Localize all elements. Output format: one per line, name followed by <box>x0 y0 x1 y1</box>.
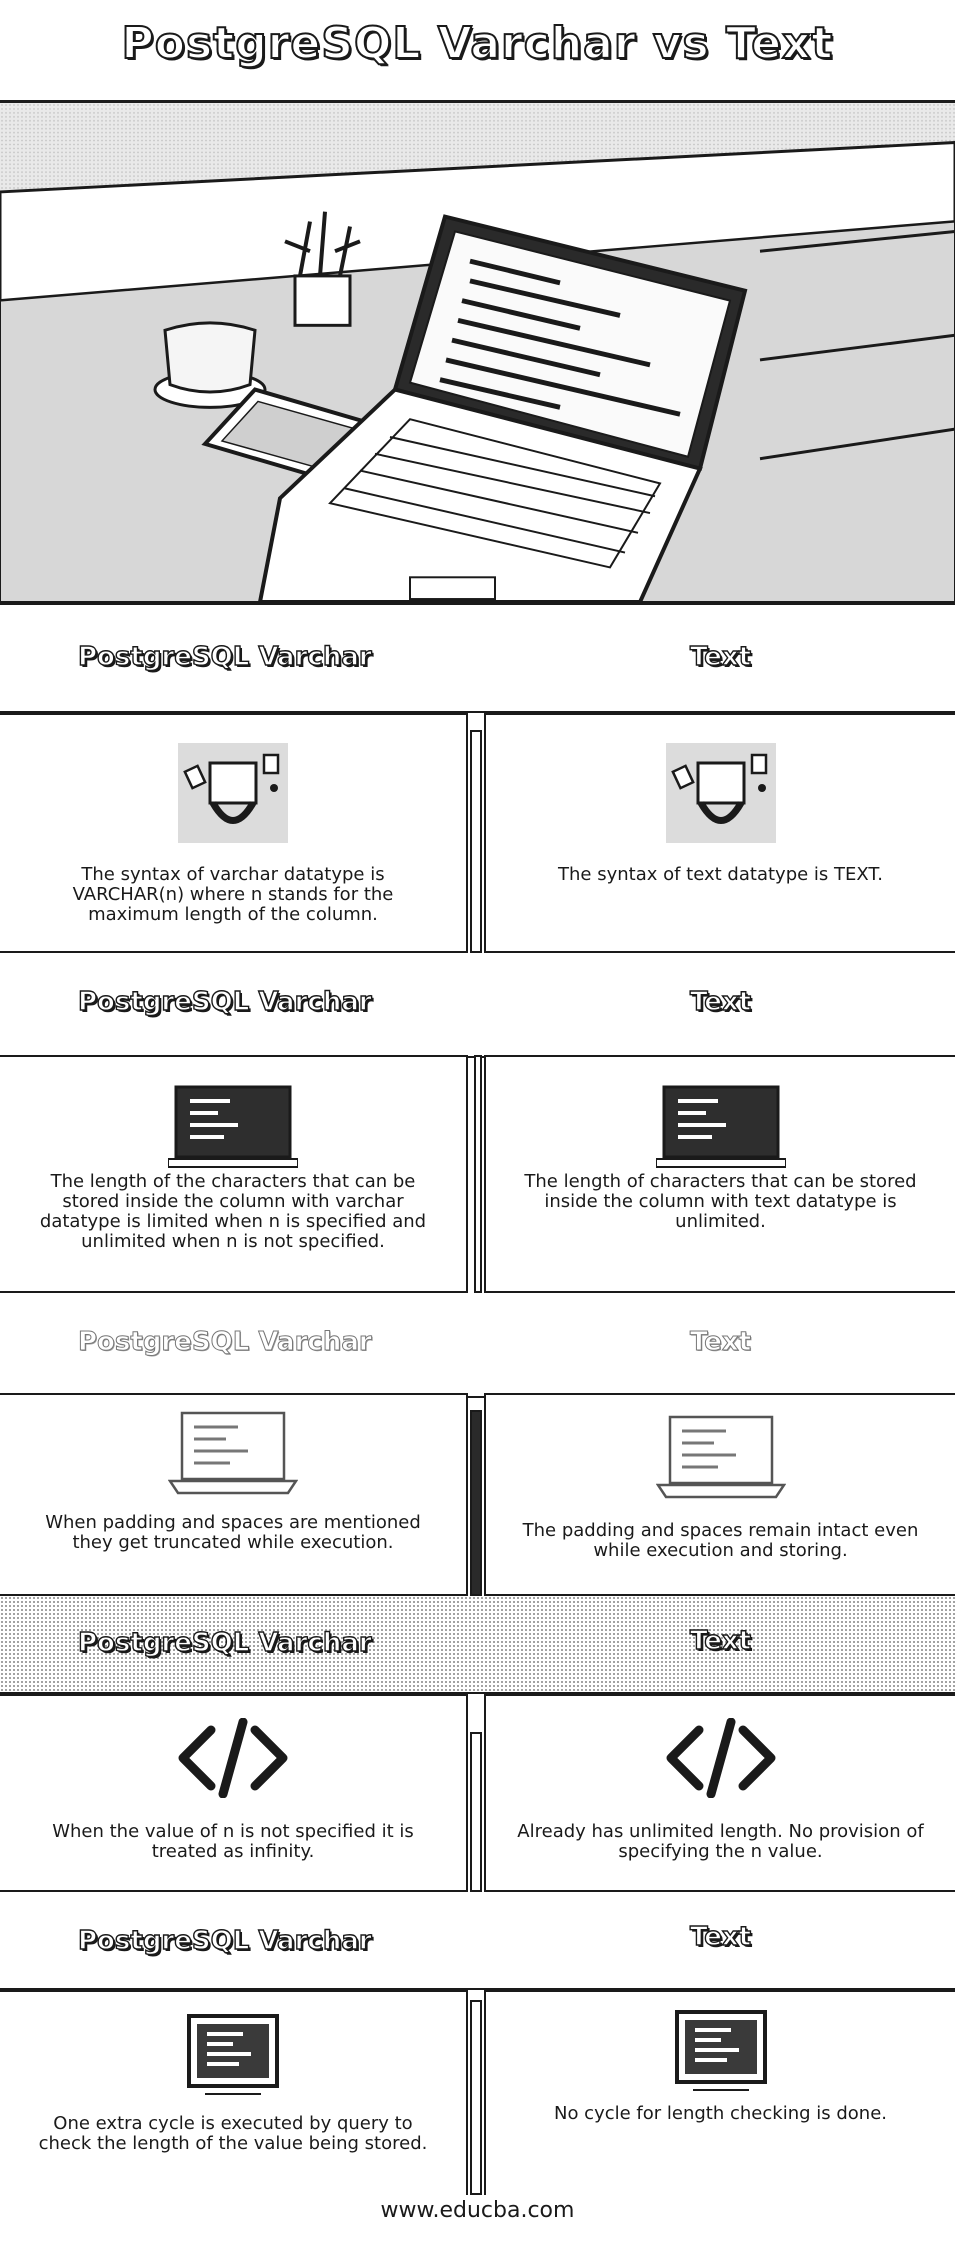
row-1-divider <box>470 730 482 953</box>
row-2-divider <box>474 1055 482 1293</box>
row-3-divider <box>470 1410 482 1596</box>
section-header-5: PostgreSQL Varchar Text <box>0 1892 955 1990</box>
row-5-varchar-cell: One extra cycle is executed by query to … <box>0 1990 468 2195</box>
column-header-varchar: PostgreSQL Varchar <box>78 1327 373 1358</box>
column-header-varchar: PostgreSQL Varchar <box>77 986 372 1017</box>
plug-connector-icon <box>665 743 776 843</box>
column-header-varchar: PostgreSQL Varchar <box>77 1925 372 1956</box>
row-2-varchar-cell: The length of the characters that can be… <box>0 1055 468 1293</box>
column-header-text: Text <box>689 1625 752 1656</box>
plug-connector-icon <box>178 743 288 843</box>
row-5-divider <box>470 2000 482 2195</box>
laptop-icon <box>168 1411 298 1495</box>
section-header-3: PostgreSQL Varchar Text <box>0 1293 955 1398</box>
row-2-varchar-text: The length of the characters that can be… <box>39 1171 427 1252</box>
section-header-2: PostgreSQL Varchar Text <box>0 953 955 1058</box>
row-5-text-text: No cycle for length checking is done. <box>553 2103 887 2124</box>
column-header-text: Text <box>689 986 752 1017</box>
column-header-varchar: PostgreSQL Varchar <box>77 641 372 672</box>
row-2-text-cell: The length of characters that can be sto… <box>484 1055 955 1293</box>
column-header-text: Text <box>689 1921 752 1952</box>
row-3-text-text: The padding and spaces remain intact eve… <box>522 1520 919 1561</box>
section-header-1: PostgreSQL Varchar Text <box>0 608 955 713</box>
code-window-icon <box>187 2014 279 2095</box>
row-5-varchar-text: One extra cycle is executed by query to … <box>38 2113 428 2154</box>
code-tag-icon <box>666 1718 775 1798</box>
laptop-desk-illustration <box>0 103 955 602</box>
row-3-varchar-cell: When padding and spaces are mentioned th… <box>0 1393 468 1596</box>
column-header-text: Text <box>689 1327 752 1358</box>
monitor-code-icon <box>168 1085 298 1168</box>
row-5-text-cell: No cycle for length checking is done. <box>484 1990 955 2195</box>
row-1-text-text: The syntax of text datatype is TEXT. <box>558 864 883 885</box>
row-4-varchar-cell: When the value of n is not specified it … <box>0 1694 468 1892</box>
row-4-divider <box>470 1732 482 1892</box>
code-tag-icon <box>178 1718 288 1798</box>
code-window-icon <box>674 2010 767 2091</box>
row-1-varchar-text: The syntax of varchar datatype is VARCHA… <box>72 864 394 925</box>
row-4-varchar-text: When the value of n is not specified it … <box>52 1821 414 1862</box>
row-1-text-cell: The syntax of text datatype is TEXT. <box>484 713 955 953</box>
laptop-icon <box>655 1415 786 1499</box>
row-4-text-cell: Already has unlimited length. No provisi… <box>484 1694 955 1892</box>
row-3-text-cell: The padding and spaces remain intact eve… <box>484 1393 955 1596</box>
hero-image <box>0 100 955 605</box>
page-title: PostgreSQL Varchar vs Text <box>121 17 834 70</box>
row-1-varchar-cell: The syntax of varchar datatype is VARCHA… <box>0 713 468 953</box>
row-2-text-text: The length of characters that can be sto… <box>524 1171 917 1232</box>
monitor-code-icon <box>655 1085 786 1168</box>
row-4-text-text: Already has unlimited length. No provisi… <box>517 1821 924 1862</box>
footer-website[interactable]: www.educba.com <box>0 2198 955 2223</box>
row-3-varchar-text: When padding and spaces are mentioned th… <box>45 1512 421 1553</box>
column-header-text: Text <box>689 641 752 672</box>
column-header-varchar: PostgreSQL Varchar <box>77 1627 372 1658</box>
section-header-4: PostgreSQL Varchar Text <box>0 1596 955 1694</box>
